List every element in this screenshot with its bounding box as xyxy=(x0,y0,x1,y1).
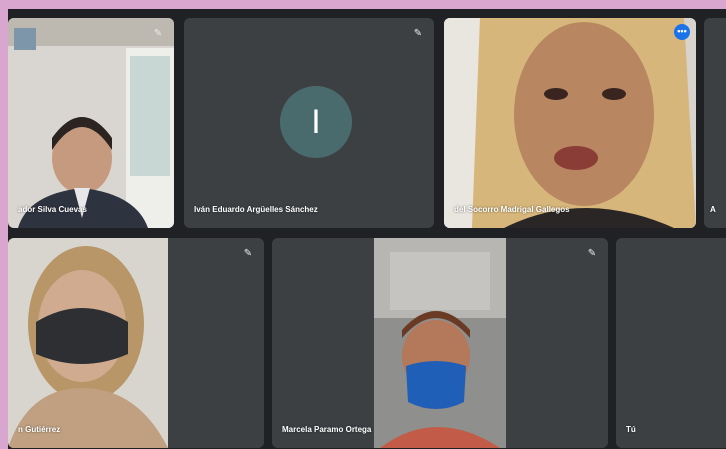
mic-off-icon: ✎ xyxy=(153,28,163,39)
participant-tile-5[interactable]: ✎ n Gutiérrez xyxy=(8,238,264,448)
participant-tile-4[interactable]: A xyxy=(704,18,726,228)
participant-name: Iván Eduardo Argüelles Sánchez xyxy=(194,205,318,214)
participant-name: n Gutiérrez xyxy=(18,425,61,434)
mic-off-icon: ✎ xyxy=(243,248,253,259)
participant-name: del Socorro Madrigal Gallegos xyxy=(454,205,570,214)
participant-tile-3[interactable]: ••• del Socorro Madrigal Gallegos xyxy=(444,18,696,228)
avatar: I xyxy=(280,86,352,158)
meeting-grid: ✎ ador Silva Cuevas I ✎ Iván Eduardo Arg… xyxy=(8,9,726,449)
participant-video-5 xyxy=(8,238,168,448)
participant-name: Tú xyxy=(626,425,636,434)
participant-name: Marcela Paramo Ortega xyxy=(282,425,372,434)
more-options-icon[interactable]: ••• xyxy=(674,24,690,40)
participant-video-1 xyxy=(8,18,174,228)
mic-off-icon: ✎ xyxy=(587,248,597,259)
participant-tile-6[interactable]: ✎ Marcela Paramo Ortega xyxy=(272,238,608,448)
participant-name: A xyxy=(710,205,716,214)
participant-tile-2[interactable]: I ✎ Iván Eduardo Argüelles Sánchez xyxy=(184,18,434,228)
participant-video-6 xyxy=(374,238,506,448)
participant-video-3 xyxy=(444,18,696,228)
mic-off-icon: ✎ xyxy=(413,28,423,39)
participant-name: ador Silva Cuevas xyxy=(18,205,87,214)
participant-tile-1[interactable]: ✎ ador Silva Cuevas xyxy=(8,18,174,228)
participant-tile-self[interactable]: Tú xyxy=(616,238,726,448)
